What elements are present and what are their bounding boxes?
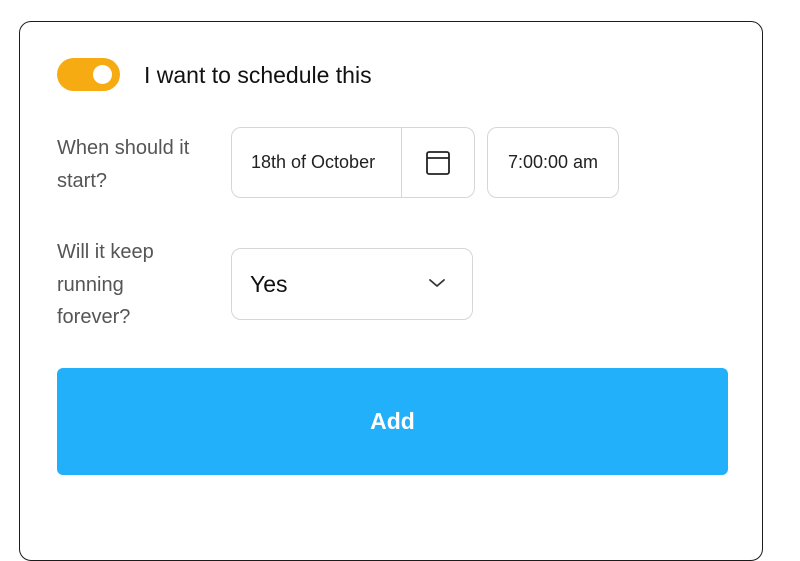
- start-label: When should it start?: [57, 137, 190, 192]
- schedule-toggle[interactable]: [57, 58, 120, 91]
- start-date-field[interactable]: 18th of October: [231, 127, 475, 198]
- toggle-knob: [93, 65, 112, 84]
- schedule-toggle-label: I want to schedule this: [144, 62, 372, 88]
- start-date-value[interactable]: 18th of October: [232, 128, 402, 197]
- calendar-button[interactable]: [402, 128, 474, 197]
- start-time-field[interactable]: 7:00:00 am: [487, 127, 619, 198]
- forever-select-value: Yes: [250, 270, 288, 297]
- calendar-icon: [426, 150, 450, 175]
- chevron-down-icon: [429, 279, 445, 287]
- add-button[interactable]: Add: [57, 368, 728, 475]
- forever-label: Will it keep running forever?: [57, 241, 154, 328]
- forever-select[interactable]: Yes: [231, 248, 473, 320]
